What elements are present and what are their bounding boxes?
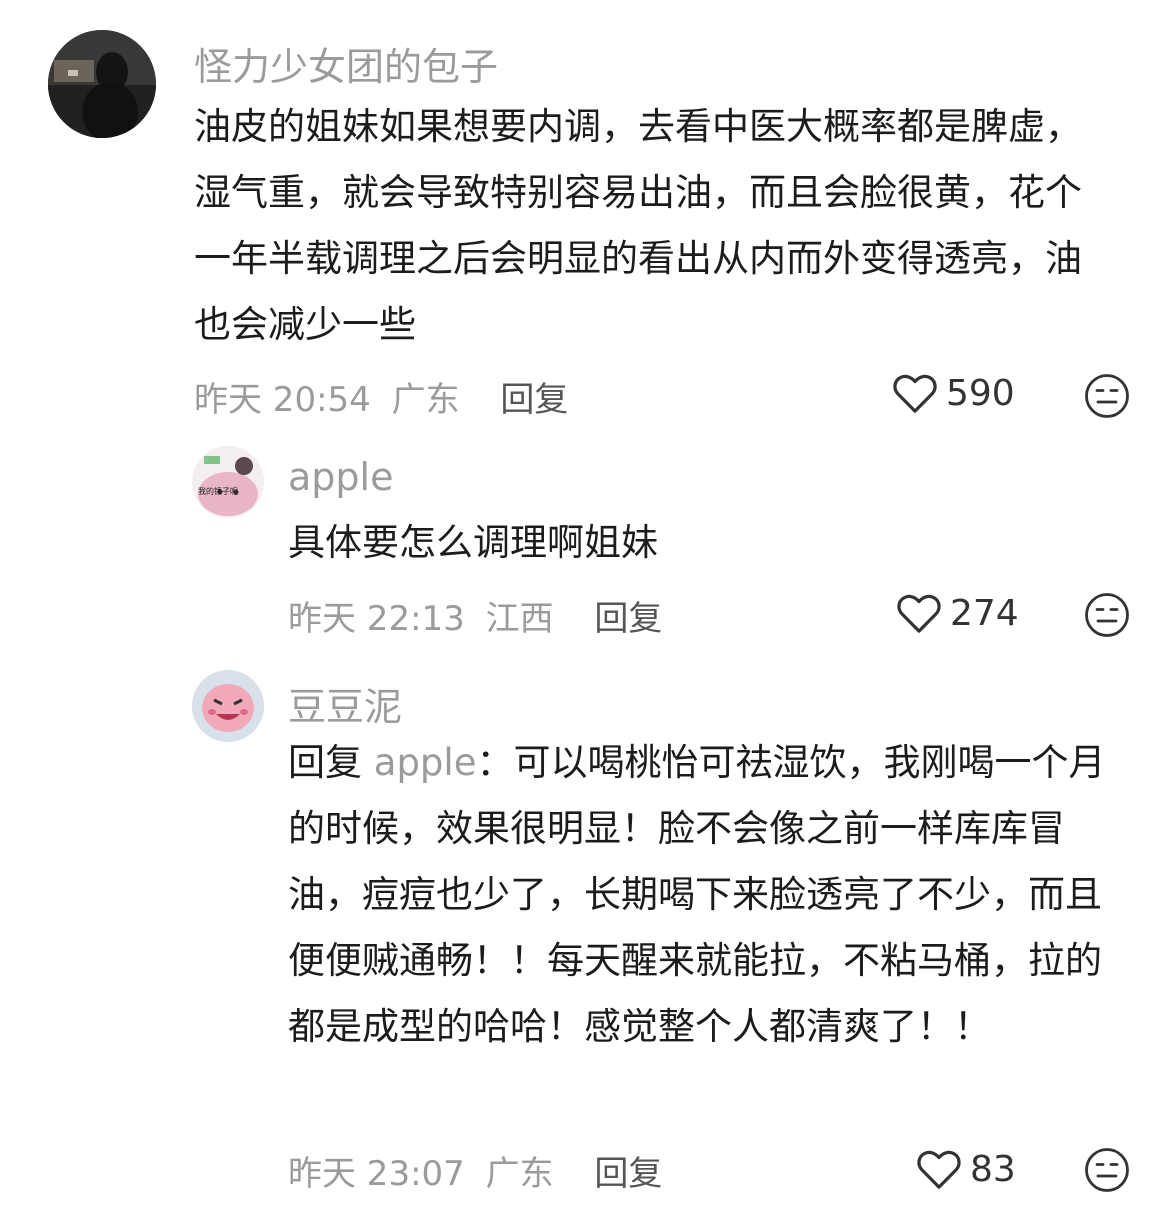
comment-meta: 昨天 22:13 江西 回复 <box>288 591 662 640</box>
like-count: 274 <box>950 592 1019 634</box>
heart-outline-icon <box>917 1150 961 1189</box>
comment-text: 回复 apple：可以喝桃怡可祛湿饮，我刚喝一个月的时候，效果很明显！脸不会像之… <box>288 730 1108 1060</box>
comment-meta: 昨天 23:07 广东 回复 <box>288 1146 662 1195</box>
username[interactable]: 豆豆泥 <box>288 676 402 731</box>
comment-meta: 昨天 20:54 广东 回复 <box>194 372 568 421</box>
like-count: 83 <box>970 1148 1016 1190</box>
like-button[interactable]: 590 <box>892 372 1015 414</box>
username[interactable]: apple <box>288 455 393 499</box>
avatar[interactable] <box>192 670 264 742</box>
location: 广东 <box>391 380 460 420</box>
comment-text: 油皮的姐妹如果想要内调，去看中医大概率都是脾虚，湿气重，就会导致特别容易出油，而… <box>194 105 1082 346</box>
mention-link[interactable]: apple <box>374 741 477 784</box>
reply-button[interactable]: 回复 <box>594 1154 662 1194</box>
comment-body: ：可以喝桃怡可祛湿饮，我刚喝一个月的时候，效果很明显！脸不会像之前一样库库冒油，… <box>288 741 1106 1048</box>
heart-outline-icon <box>893 374 937 413</box>
like-button[interactable]: 274 <box>896 592 1019 634</box>
comment-text: 具体要怎么调理啊姐妹 <box>288 521 658 564</box>
reply-prefix: 回复 <box>288 741 362 784</box>
avatar[interactable]: 我的锤子呢 <box>192 446 264 518</box>
username[interactable]: 怪力少女团的包子 <box>194 36 498 91</box>
meh-face-icon[interactable] <box>1084 373 1130 419</box>
location: 广东 <box>485 1154 554 1194</box>
timestamp: 昨天 22:13 <box>288 599 465 639</box>
like-button[interactable]: 83 <box>916 1148 1016 1190</box>
reply-button[interactable]: 回复 <box>594 599 662 639</box>
location: 江西 <box>485 599 554 639</box>
timestamp: 昨天 20:54 <box>194 380 371 420</box>
meh-face-icon[interactable] <box>1084 592 1130 638</box>
avatar-caption: 我的锤子呢 <box>198 487 238 496</box>
reply-button[interactable]: 回复 <box>500 380 568 420</box>
meh-face-icon[interactable] <box>1084 1147 1130 1193</box>
like-count: 590 <box>946 372 1015 414</box>
timestamp: 昨天 23:07 <box>288 1154 465 1194</box>
heart-outline-icon <box>897 594 941 633</box>
avatar[interactable] <box>48 30 156 138</box>
